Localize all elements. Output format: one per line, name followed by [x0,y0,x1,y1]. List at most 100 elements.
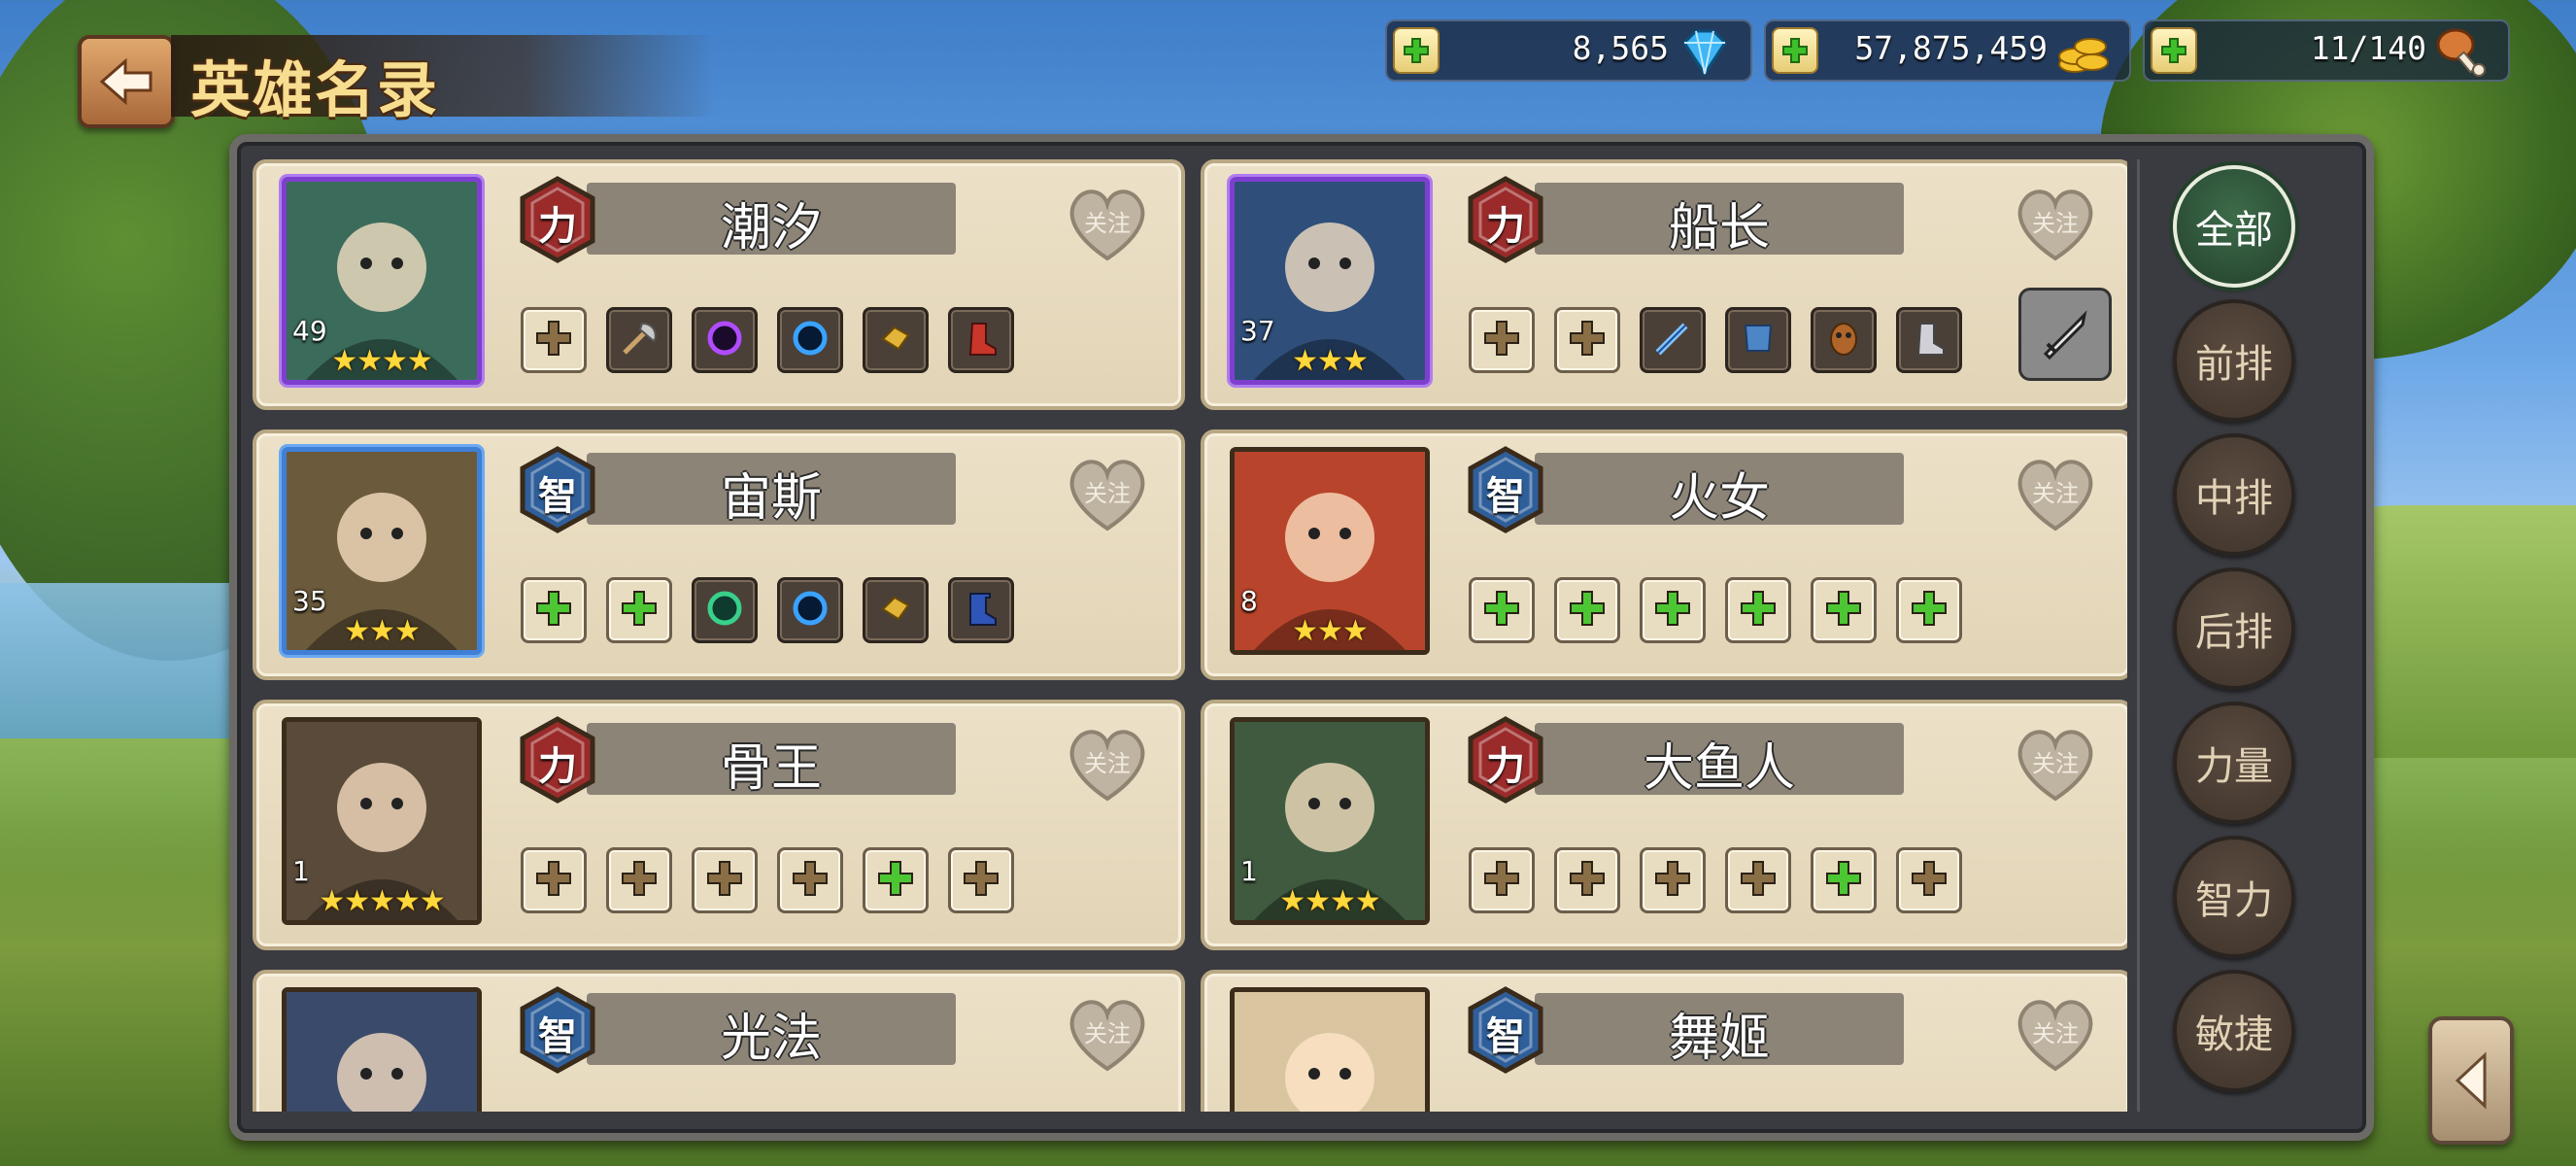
follow-heart-button[interactable]: 关注 [1063,991,1152,1075]
add-resource-button[interactable] [1393,27,1440,74]
plus-icon [1565,316,1610,364]
hero-list-panel: 49 ★★★★ 力 潮汐 关注 37 ★★★ 力 船长 关注 35 ★★★ 智 … [229,134,2374,1141]
empty-equip-slot[interactable] [521,307,587,373]
hero-card[interactable]: 1 ★★★★★ 力 骨王 关注 [253,700,1185,950]
blue-boot-slot[interactable] [948,577,1014,643]
filter-tab-5[interactable]: 智力 [2173,836,2295,958]
filter-tab-column: 全部 前排 中排 后排 力量 智力 敏捷 [2137,159,2344,1112]
follow-heart-button[interactable]: 关注 [1063,721,1152,805]
empty-equip-slot[interactable] [1725,847,1791,913]
empty-equip-slot[interactable] [1640,847,1706,913]
hero-portrait[interactable]: 1 ★★★★ [1230,717,1430,925]
follow-heart-button[interactable]: 关注 [2011,451,2100,534]
empty-equip-slot[interactable] [1554,577,1620,643]
follow-label: 关注 [2032,1020,2079,1047]
empty-equip-slot[interactable] [1811,847,1877,913]
blue-sword-slot[interactable] [1640,307,1706,373]
hero-portrait[interactable] [1230,987,1430,1112]
triangle-left-icon [2455,1051,2487,1110]
empty-equip-slot[interactable] [1469,577,1535,643]
hero-name: 骨王 [720,739,822,798]
hero-card[interactable]: 35 ★★★ 智 宙斯 关注 [253,429,1185,680]
follow-label: 关注 [1084,210,1131,237]
empty-equip-slot[interactable] [777,847,843,913]
empty-equip-slot[interactable] [521,847,587,913]
hero-name: 光法 [720,1010,822,1068]
follow-heart-button[interactable]: 关注 [1063,451,1152,534]
follow-heart-button[interactable]: 关注 [1063,181,1152,264]
plus-icon [1565,586,1610,634]
purple-orb-slot[interactable] [692,307,758,373]
empty-equip-slot[interactable] [1554,307,1620,373]
empty-equip-slot[interactable] [1725,577,1791,643]
filter-tab-6[interactable]: 敏捷 [2173,970,2295,1092]
hero-name: 船长 [1668,199,1770,257]
hero-stars: ★★★★★ [319,884,445,918]
filter-tab-4[interactable]: 力量 [2173,702,2295,824]
filter-tab-2[interactable]: 中排 [2173,433,2295,556]
filter-tab-1[interactable]: 前排 [2173,299,2295,422]
gold-coin-icon [2058,38,2109,73]
hero-portrait[interactable] [282,987,482,1112]
hero-card[interactable]: 49 ★★★★ 力 潮汐 关注 [253,159,1185,410]
empty-equip-slot[interactable] [1811,577,1877,643]
blue-orb-slot[interactable] [777,577,843,643]
hero-card[interactable]: 8 ★★★ 智 火女 关注 [1201,429,2127,680]
plus-icon [1736,856,1780,905]
follow-heart-button[interactable]: 关注 [2011,721,2100,805]
weapon-button[interactable] [2018,288,2112,381]
resource-bar-meat-drumstick: 11/140 [2143,19,2510,82]
add-resource-button[interactable] [2151,27,2197,74]
blue-orb-slot[interactable] [777,307,843,373]
hero-portrait[interactable]: 35 ★★★ [282,447,482,655]
gold-item-slot[interactable] [863,577,929,643]
blue-orb-icon [788,586,832,634]
filter-tab-3[interactable]: 后排 [2173,567,2295,690]
silver-boot-slot[interactable] [1896,307,1962,373]
equipment-slots [521,847,1014,913]
bronze-mask-icon [1821,316,1866,364]
axe-icon [617,316,661,364]
empty-equip-slot[interactable] [521,577,587,643]
hero-portrait[interactable]: 49 ★★★★ [282,177,482,385]
axe-slot[interactable] [606,307,672,373]
empty-equip-slot[interactable] [1469,847,1535,913]
add-resource-button[interactable] [1772,27,1818,74]
red-boot-slot[interactable] [948,307,1014,373]
collapse-panel-button[interactable] [2428,1016,2514,1145]
resource-value: 8,565 [1572,29,1669,67]
plus-icon [531,856,576,905]
back-button[interactable] [78,35,175,128]
hero-card[interactable]: 智 舞姬 关注 [1201,970,2127,1112]
filter-tab-0[interactable]: 全部 [2173,165,2295,288]
follow-heart-button[interactable]: 关注 [2011,991,2100,1075]
empty-equip-slot[interactable] [863,847,929,913]
hero-level: 1 [292,855,310,887]
empty-equip-slot[interactable] [948,847,1014,913]
green-orb-slot[interactable] [692,577,758,643]
hero-portrait[interactable]: 37 ★★★ [1230,177,1430,385]
empty-equip-slot[interactable] [606,847,672,913]
resource-bar-gold-coin: 57,875,459 [1764,19,2131,82]
empty-equip-slot[interactable] [1640,577,1706,643]
empty-equip-slot[interactable] [692,847,758,913]
empty-equip-slot[interactable] [1469,307,1535,373]
blue-sword-icon [1650,316,1695,364]
hero-portrait[interactable]: 8 ★★★ [1230,447,1430,655]
empty-equip-slot[interactable] [606,577,672,643]
follow-heart-button[interactable]: 关注 [2011,181,2100,264]
bronze-mask-slot[interactable] [1811,307,1877,373]
plus-icon [1782,38,1808,63]
empty-equip-slot[interactable] [1896,577,1962,643]
hero-card[interactable]: 智 光法 关注 [253,970,1185,1112]
empty-equip-slot[interactable] [1896,847,1962,913]
plus-icon [531,316,576,364]
blue-armor-slot[interactable] [1725,307,1791,373]
hero-card[interactable]: 37 ★★★ 力 船长 关注 [1201,159,2127,410]
hero-grid[interactable]: 49 ★★★★ 力 潮汐 关注 37 ★★★ 力 船长 关注 35 ★★★ 智 … [253,159,2127,1112]
empty-equip-slot[interactable] [1554,847,1620,913]
hero-portrait[interactable]: 1 ★★★★★ [282,717,482,925]
gold-item-slot[interactable] [863,307,929,373]
hero-stars: ★★★ [1292,614,1369,648]
hero-card[interactable]: 1 ★★★★ 力 大鱼人 关注 [1201,700,2127,950]
